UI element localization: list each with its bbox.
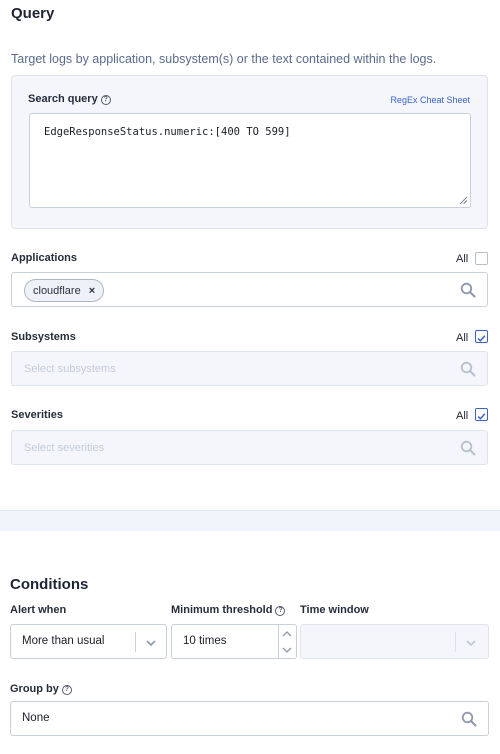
search-query-label-wrap: Search query? xyxy=(28,93,111,105)
group-by-value: None xyxy=(22,712,50,724)
search-icon xyxy=(461,711,477,727)
section-divider xyxy=(0,510,500,531)
help-icon[interactable]: ? xyxy=(275,606,286,616)
conditions-title: Conditions xyxy=(10,576,89,593)
severities-all-label: All xyxy=(456,410,469,422)
severities-placeholder: Select severities xyxy=(24,442,105,454)
min-threshold-label-wrap: Minimum threshold? xyxy=(171,604,286,616)
application-chip: cloudflare × xyxy=(24,279,105,302)
alert-when-label: Alert when xyxy=(10,604,67,616)
alert-when-select[interactable]: More than usual xyxy=(10,624,167,659)
applications-select[interactable]: cloudflare × xyxy=(11,272,488,307)
regex-cheat-sheet-link[interactable]: RegEx Cheat Sheet xyxy=(390,95,470,105)
chevron-down-icon xyxy=(146,640,156,647)
applications-label: Applications xyxy=(11,252,78,264)
severities-select[interactable]: Select severities xyxy=(11,430,488,465)
severities-all-checkbox[interactable] xyxy=(475,408,488,421)
alert-when-value: More than usual xyxy=(22,635,105,647)
application-chip-label: cloudflare xyxy=(33,284,81,297)
group-by-label: Group by xyxy=(10,683,59,695)
search-icon xyxy=(460,361,476,377)
min-threshold-label: Minimum threshold xyxy=(171,604,273,616)
subsystems-placeholder: Select subsystems xyxy=(24,363,116,375)
search-query-text: EdgeResponseStatus.numeric:[400 TO 599] xyxy=(44,126,291,138)
query-panel: Search query? RegEx Cheat Sheet EdgeResp… xyxy=(11,75,488,229)
min-threshold-value: 10 times xyxy=(183,635,227,647)
time-window-select[interactable] xyxy=(300,624,489,659)
check-icon xyxy=(477,335,486,342)
search-query-input[interactable]: EdgeResponseStatus.numeric:[400 TO 599] xyxy=(29,113,471,208)
subsystems-select[interactable]: Select subsystems xyxy=(11,351,488,386)
group-by-label-wrap: Group by? xyxy=(10,683,72,695)
stepper-divider xyxy=(278,625,279,658)
group-by-select[interactable]: None xyxy=(10,701,489,736)
query-title: Query xyxy=(11,5,55,22)
resize-grip-icon[interactable] xyxy=(459,196,467,204)
help-icon[interactable]: ? xyxy=(61,685,72,695)
chip-remove-icon[interactable]: × xyxy=(89,285,95,297)
select-divider xyxy=(135,632,136,652)
time-window-label: Time window xyxy=(300,604,369,616)
chevron-down-icon xyxy=(466,640,476,647)
min-threshold-stepper[interactable]: 10 times xyxy=(171,624,297,659)
subsystems-all-checkbox[interactable] xyxy=(475,330,488,343)
severities-label: Severities xyxy=(11,409,63,421)
search-icon xyxy=(460,440,476,456)
query-description: Target logs by application, subsystem(s)… xyxy=(11,52,437,66)
search-icon xyxy=(460,282,476,298)
decrement-icon[interactable] xyxy=(281,645,293,655)
help-icon[interactable]: ? xyxy=(100,95,111,105)
subsystems-label: Subsystems xyxy=(11,331,76,343)
increment-icon[interactable] xyxy=(281,629,293,639)
applications-all-label: All xyxy=(456,253,469,265)
select-divider xyxy=(455,632,456,652)
search-query-label: Search query xyxy=(28,93,98,105)
applications-all-checkbox[interactable] xyxy=(475,252,488,265)
subsystems-all-label: All xyxy=(456,332,469,344)
check-icon xyxy=(477,413,486,420)
